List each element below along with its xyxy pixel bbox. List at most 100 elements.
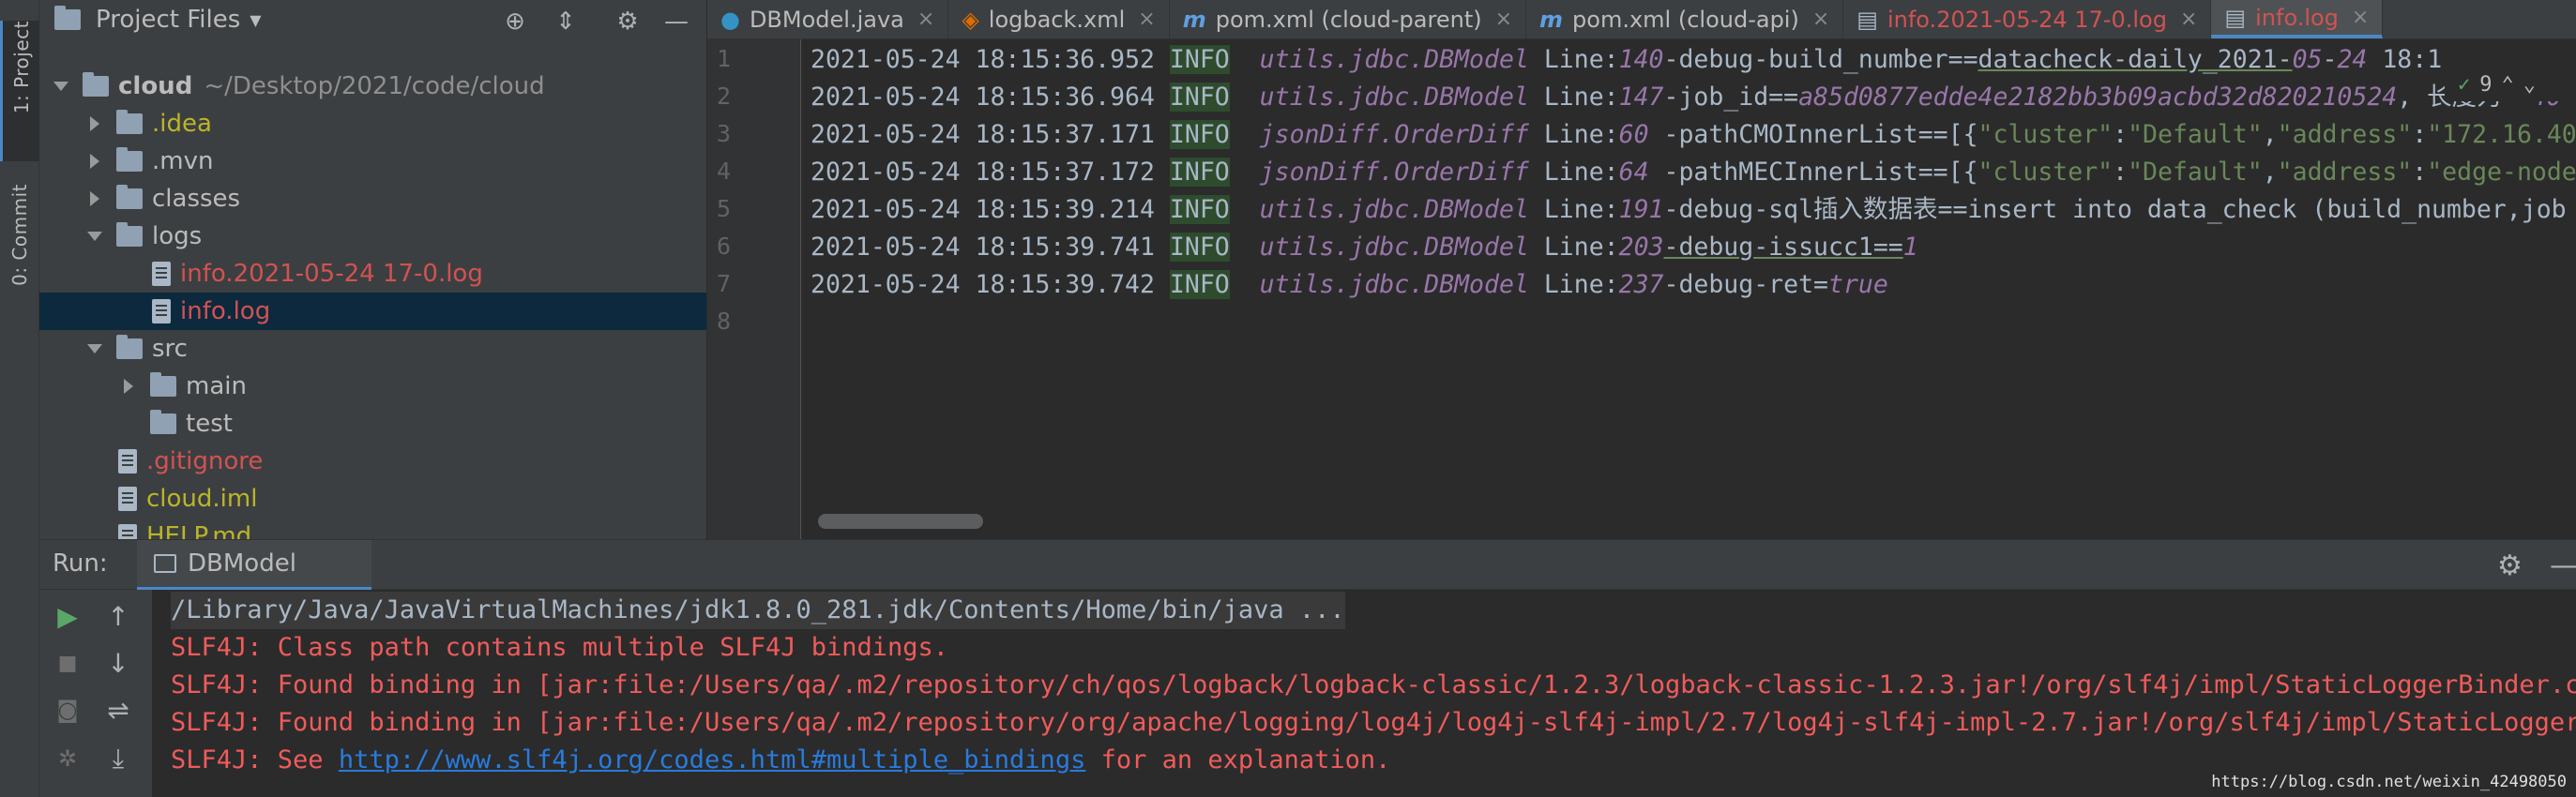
tab-info-2021-log[interactable]: ▤ info.2021-05-24 17-0.log × xyxy=(1843,0,2212,38)
log-job-id: a85d0877edde4e2182bb3b09acbd32d820210524 xyxy=(1798,83,2398,112)
tree-item-classes[interactable]: classes xyxy=(39,180,706,218)
tree-item-gitignore[interactable]: .gitignore xyxy=(39,443,706,480)
watermark: https://blog.csdn.net/weixin_42498050 xyxy=(2211,773,2567,791)
arrow-down-icon[interactable]: ↓ xyxy=(99,644,137,682)
line-number: 5 xyxy=(717,195,732,222)
log-class: jsonDiff.OrderDiff xyxy=(1259,158,1529,187)
tab-label: DBModel.java xyxy=(749,6,904,33)
run-tab-label: DBModel xyxy=(188,549,296,578)
close-icon[interactable]: × xyxy=(917,8,934,31)
log-timestamp: 2021-05-24 18:15:39.214 xyxy=(811,195,1155,224)
check-icon: ✓ xyxy=(2458,72,2471,97)
arrow-up-icon[interactable]: ↑ xyxy=(99,597,137,635)
log-line-number: 64 xyxy=(1618,158,1649,187)
expand-arrow-icon[interactable] xyxy=(84,232,105,241)
tab-pom-cloud-api[interactable]: m pom.xml (cloud-api) × xyxy=(1526,0,1844,38)
close-icon[interactable]: × xyxy=(1138,8,1155,31)
tree-item-logs[interactable]: logs xyxy=(39,218,706,255)
expand-arrow-icon[interactable] xyxy=(84,154,105,169)
gear-icon[interactable]: ⚙ xyxy=(614,8,642,36)
console-text: SLF4J: See xyxy=(171,745,339,774)
gear-icon[interactable]: ⚙ xyxy=(2497,549,2523,582)
tree-item-mvn[interactable]: .mvn xyxy=(39,143,706,180)
maven-icon: m xyxy=(1182,6,1206,33)
close-icon[interactable]: × xyxy=(1495,8,1512,31)
slf4j-docs-link[interactable]: http://www.slf4j.org/codes.html#multiple… xyxy=(339,745,1086,774)
editor-horizontal-scrollbar[interactable] xyxy=(818,514,983,529)
chevron-down-icon[interactable]: ▼ xyxy=(250,11,261,29)
hide-panel-icon[interactable]: — xyxy=(662,8,690,36)
scroll-to-end-icon[interactable]: ⤓ xyxy=(99,740,137,777)
chevron-up-icon[interactable]: ⌃ xyxy=(2502,73,2514,97)
project-tool-tab[interactable]: 1: Project xyxy=(0,21,39,161)
log-level: INFO xyxy=(1169,233,1230,262)
tree-item-cloud-iml[interactable]: cloud.iml xyxy=(39,480,706,518)
log-line-label: Line: xyxy=(1543,120,1619,149)
expand-arrow-icon[interactable] xyxy=(118,379,139,394)
run-tab-dbmodel[interactable]: DBModel xyxy=(137,540,371,591)
log-class: jsonDiff.OrderDiff xyxy=(1259,120,1529,149)
stop-icon[interactable]: ■ xyxy=(49,644,86,682)
tree-item-help-md[interactable]: HELP.md xyxy=(39,518,706,539)
locate-icon[interactable]: ⊕ xyxy=(501,8,529,36)
tab-info-log[interactable]: ▤ info.log × xyxy=(2211,0,2384,38)
line-number: 6 xyxy=(717,233,732,260)
json-key: "address" xyxy=(2277,120,2413,149)
tree-item-info-2021-log[interactable]: info.2021-05-24 17-0.log xyxy=(39,255,706,293)
log-level: INFO xyxy=(1169,45,1230,74)
log-file-icon xyxy=(152,299,171,323)
camera-icon[interactable]: ◙ xyxy=(49,691,86,729)
console-command-line: /Library/Java/JavaVirtualMachines/jdk1.8… xyxy=(171,592,1345,629)
tree-item-src[interactable]: src xyxy=(39,330,706,368)
tree-item-test[interactable]: test xyxy=(39,405,706,443)
tab-label: info.log xyxy=(2255,4,2339,31)
soft-wrap-icon[interactable]: ⇌ xyxy=(99,691,137,729)
tab-label: info.2021-05-24 17-0.log xyxy=(1887,6,2167,33)
run-console[interactable]: /Library/Java/JavaVirtualMachines/jdk1.8… xyxy=(152,590,2576,797)
tab-dbmodel-java[interactable]: ● DBModel.java × xyxy=(707,0,949,38)
log-class: utils.jdbc.DBModel xyxy=(1259,195,1529,224)
tree-item-label: info.log xyxy=(180,297,271,325)
close-icon[interactable]: × xyxy=(1812,8,1829,31)
console-error-line: SLF4J: Found binding in [jar:file:/Users… xyxy=(171,708,2576,737)
tab-pom-cloud-parent[interactable]: m pom.xml (cloud-parent) × xyxy=(1170,0,1527,38)
settings-cog-icon[interactable]: ✲ xyxy=(49,740,86,777)
tab-logback-xml[interactable]: ◈ logback.xml × xyxy=(948,0,1170,38)
tree-item-info-log[interactable]: info.log xyxy=(39,293,706,330)
inspection-widget[interactable]: ✓ 9 ⌃ ⌄ xyxy=(2445,68,2576,101)
hide-panel-icon[interactable]: — xyxy=(2550,549,2576,582)
log-class: utils.jdbc.DBModel xyxy=(1259,45,1529,74)
commit-tool-tab[interactable]: 0: Commit xyxy=(0,184,39,324)
rerun-icon[interactable]: ▶ xyxy=(49,597,86,635)
log-value: true xyxy=(1827,270,1888,299)
tree-item-main[interactable]: main xyxy=(39,368,706,405)
log-file-icon xyxy=(152,262,171,286)
log-timestamp: 2021-05-24 18:15:39.742 xyxy=(811,270,1155,299)
tree-item-label: test xyxy=(186,410,233,438)
tree-item-idea[interactable]: .idea xyxy=(39,105,706,143)
expand-arrow-icon[interactable] xyxy=(84,116,105,131)
log-class: utils.jdbc.DBModel xyxy=(1259,233,1529,262)
commit-tool-tab-label: 0: Commit xyxy=(8,184,31,286)
log-file-icon: ▤ xyxy=(1856,6,1878,33)
close-icon[interactable]: × xyxy=(2180,8,2197,31)
collapse-all-icon[interactable]: ⇕ xyxy=(552,8,580,36)
log-number: 1 xyxy=(1902,233,1918,262)
chevron-down-icon[interactable]: ⌄ xyxy=(2523,73,2536,97)
json-punct: , xyxy=(2262,158,2278,187)
close-icon[interactable]: × xyxy=(2352,6,2369,29)
log-message: 18:1 xyxy=(2367,45,2443,74)
tree-item-cloud[interactable]: cloud ~/Desktop/2021/code/cloud xyxy=(39,68,706,105)
json-key: "cluster" xyxy=(1977,158,2114,187)
project-panel-title[interactable]: Project Files xyxy=(96,6,240,34)
expand-arrow-icon[interactable] xyxy=(84,344,105,353)
log-message: -job_id== xyxy=(1663,83,1799,112)
folder-icon xyxy=(116,335,143,359)
code-editor[interactable]: 1 2 3 4 5 6 7 8 2021-05-24 18:15:36.952 … xyxy=(707,39,2576,539)
line-number: 2 xyxy=(717,83,732,110)
expand-arrow-icon[interactable] xyxy=(51,82,71,91)
project-tool-tab-label: 1: Project xyxy=(9,21,33,114)
expand-arrow-icon[interactable] xyxy=(84,191,105,206)
json-punct: : xyxy=(2113,120,2129,149)
console-error-line: SLF4J: See http://www.slf4j.org/codes.ht… xyxy=(171,742,1390,779)
